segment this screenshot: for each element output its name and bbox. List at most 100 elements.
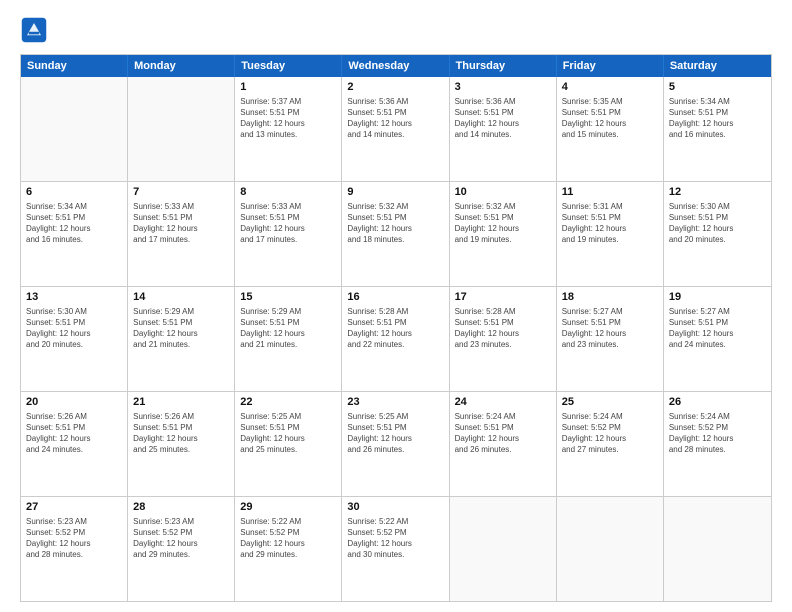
cal-cell: 20Sunrise: 5:26 AM Sunset: 5:51 PM Dayli… bbox=[21, 392, 128, 496]
day-number: 28 bbox=[133, 500, 229, 515]
cal-cell: 4Sunrise: 5:35 AM Sunset: 5:51 PM Daylig… bbox=[557, 77, 664, 181]
day-number: 26 bbox=[669, 395, 766, 410]
day-number: 25 bbox=[562, 395, 658, 410]
day-info: Sunrise: 5:37 AM Sunset: 5:51 PM Dayligh… bbox=[240, 96, 336, 141]
cal-header-friday: Friday bbox=[557, 55, 664, 77]
day-number: 11 bbox=[562, 185, 658, 200]
day-info: Sunrise: 5:27 AM Sunset: 5:51 PM Dayligh… bbox=[562, 306, 658, 351]
logo-icon bbox=[20, 16, 48, 44]
day-info: Sunrise: 5:28 AM Sunset: 5:51 PM Dayligh… bbox=[347, 306, 443, 351]
day-number: 27 bbox=[26, 500, 122, 515]
day-info: Sunrise: 5:25 AM Sunset: 5:51 PM Dayligh… bbox=[240, 411, 336, 456]
day-info: Sunrise: 5:35 AM Sunset: 5:51 PM Dayligh… bbox=[562, 96, 658, 141]
day-number: 10 bbox=[455, 185, 551, 200]
cal-cell bbox=[664, 497, 771, 601]
cal-cell: 26Sunrise: 5:24 AM Sunset: 5:52 PM Dayli… bbox=[664, 392, 771, 496]
cal-cell: 11Sunrise: 5:31 AM Sunset: 5:51 PM Dayli… bbox=[557, 182, 664, 286]
day-number: 24 bbox=[455, 395, 551, 410]
cal-cell: 7Sunrise: 5:33 AM Sunset: 5:51 PM Daylig… bbox=[128, 182, 235, 286]
day-number: 18 bbox=[562, 290, 658, 305]
calendar-header: SundayMondayTuesdayWednesdayThursdayFrid… bbox=[21, 55, 771, 77]
day-number: 7 bbox=[133, 185, 229, 200]
cal-cell: 18Sunrise: 5:27 AM Sunset: 5:51 PM Dayli… bbox=[557, 287, 664, 391]
page: SundayMondayTuesdayWednesdayThursdayFrid… bbox=[0, 0, 792, 612]
day-number: 22 bbox=[240, 395, 336, 410]
cal-cell: 6Sunrise: 5:34 AM Sunset: 5:51 PM Daylig… bbox=[21, 182, 128, 286]
day-info: Sunrise: 5:32 AM Sunset: 5:51 PM Dayligh… bbox=[347, 201, 443, 246]
day-info: Sunrise: 5:29 AM Sunset: 5:51 PM Dayligh… bbox=[240, 306, 336, 351]
cal-cell: 13Sunrise: 5:30 AM Sunset: 5:51 PM Dayli… bbox=[21, 287, 128, 391]
day-info: Sunrise: 5:31 AM Sunset: 5:51 PM Dayligh… bbox=[562, 201, 658, 246]
day-number: 9 bbox=[347, 185, 443, 200]
cal-header-thursday: Thursday bbox=[450, 55, 557, 77]
cal-header-sunday: Sunday bbox=[21, 55, 128, 77]
day-number: 20 bbox=[26, 395, 122, 410]
cal-cell: 28Sunrise: 5:23 AM Sunset: 5:52 PM Dayli… bbox=[128, 497, 235, 601]
cal-week-2: 6Sunrise: 5:34 AM Sunset: 5:51 PM Daylig… bbox=[21, 181, 771, 286]
cal-cell: 24Sunrise: 5:24 AM Sunset: 5:51 PM Dayli… bbox=[450, 392, 557, 496]
cal-cell: 29Sunrise: 5:22 AM Sunset: 5:52 PM Dayli… bbox=[235, 497, 342, 601]
day-number: 3 bbox=[455, 80, 551, 95]
day-info: Sunrise: 5:24 AM Sunset: 5:52 PM Dayligh… bbox=[562, 411, 658, 456]
day-info: Sunrise: 5:24 AM Sunset: 5:52 PM Dayligh… bbox=[669, 411, 766, 456]
cal-cell: 5Sunrise: 5:34 AM Sunset: 5:51 PM Daylig… bbox=[664, 77, 771, 181]
day-number: 1 bbox=[240, 80, 336, 95]
cal-week-1: 1Sunrise: 5:37 AM Sunset: 5:51 PM Daylig… bbox=[21, 77, 771, 181]
cal-cell: 22Sunrise: 5:25 AM Sunset: 5:51 PM Dayli… bbox=[235, 392, 342, 496]
day-info: Sunrise: 5:29 AM Sunset: 5:51 PM Dayligh… bbox=[133, 306, 229, 351]
day-number: 14 bbox=[133, 290, 229, 305]
day-number: 15 bbox=[240, 290, 336, 305]
cal-cell: 25Sunrise: 5:24 AM Sunset: 5:52 PM Dayli… bbox=[557, 392, 664, 496]
cal-cell: 2Sunrise: 5:36 AM Sunset: 5:51 PM Daylig… bbox=[342, 77, 449, 181]
day-number: 6 bbox=[26, 185, 122, 200]
cal-cell: 3Sunrise: 5:36 AM Sunset: 5:51 PM Daylig… bbox=[450, 77, 557, 181]
cal-header-monday: Monday bbox=[128, 55, 235, 77]
day-number: 17 bbox=[455, 290, 551, 305]
calendar: SundayMondayTuesdayWednesdayThursdayFrid… bbox=[20, 54, 772, 602]
cal-cell: 21Sunrise: 5:26 AM Sunset: 5:51 PM Dayli… bbox=[128, 392, 235, 496]
cal-cell: 10Sunrise: 5:32 AM Sunset: 5:51 PM Dayli… bbox=[450, 182, 557, 286]
day-number: 19 bbox=[669, 290, 766, 305]
day-info: Sunrise: 5:22 AM Sunset: 5:52 PM Dayligh… bbox=[347, 516, 443, 561]
cal-cell: 8Sunrise: 5:33 AM Sunset: 5:51 PM Daylig… bbox=[235, 182, 342, 286]
day-number: 4 bbox=[562, 80, 658, 95]
cal-header-saturday: Saturday bbox=[664, 55, 771, 77]
day-number: 2 bbox=[347, 80, 443, 95]
cal-cell: 23Sunrise: 5:25 AM Sunset: 5:51 PM Dayli… bbox=[342, 392, 449, 496]
day-info: Sunrise: 5:23 AM Sunset: 5:52 PM Dayligh… bbox=[133, 516, 229, 561]
cal-cell: 9Sunrise: 5:32 AM Sunset: 5:51 PM Daylig… bbox=[342, 182, 449, 286]
cal-cell: 27Sunrise: 5:23 AM Sunset: 5:52 PM Dayli… bbox=[21, 497, 128, 601]
day-info: Sunrise: 5:33 AM Sunset: 5:51 PM Dayligh… bbox=[240, 201, 336, 246]
cal-week-3: 13Sunrise: 5:30 AM Sunset: 5:51 PM Dayli… bbox=[21, 286, 771, 391]
cal-cell: 12Sunrise: 5:30 AM Sunset: 5:51 PM Dayli… bbox=[664, 182, 771, 286]
cal-cell bbox=[450, 497, 557, 601]
day-info: Sunrise: 5:36 AM Sunset: 5:51 PM Dayligh… bbox=[347, 96, 443, 141]
cal-cell: 1Sunrise: 5:37 AM Sunset: 5:51 PM Daylig… bbox=[235, 77, 342, 181]
day-info: Sunrise: 5:34 AM Sunset: 5:51 PM Dayligh… bbox=[26, 201, 122, 246]
day-info: Sunrise: 5:26 AM Sunset: 5:51 PM Dayligh… bbox=[26, 411, 122, 456]
cal-cell: 17Sunrise: 5:28 AM Sunset: 5:51 PM Dayli… bbox=[450, 287, 557, 391]
cal-header-tuesday: Tuesday bbox=[235, 55, 342, 77]
day-number: 23 bbox=[347, 395, 443, 410]
cal-week-4: 20Sunrise: 5:26 AM Sunset: 5:51 PM Dayli… bbox=[21, 391, 771, 496]
cal-week-5: 27 Sunrise: 5:23 AM Sunset: 5:52 PM Dayli… bbox=[21, 496, 771, 601]
cal-cell: 19Sunrise: 5:27 AM Sunset: 5:51 PM Dayli… bbox=[664, 287, 771, 391]
day-info: Sunrise: 5:24 AM Sunset: 5:51 PM Dayligh… bbox=[455, 411, 551, 456]
cal-cell bbox=[21, 77, 128, 181]
day-info: Sunrise: 5:26 AM Sunset: 5:51 PM Dayligh… bbox=[133, 411, 229, 456]
day-number: 21 bbox=[133, 395, 229, 410]
cal-cell: 14Sunrise: 5:29 AM Sunset: 5:51 PM Dayli… bbox=[128, 287, 235, 391]
day-number: 5 bbox=[669, 80, 766, 95]
cal-cell bbox=[128, 77, 235, 181]
day-info: Sunrise: 5:32 AM Sunset: 5:51 PM Dayligh… bbox=[455, 201, 551, 246]
header bbox=[20, 16, 772, 44]
day-number: 12 bbox=[669, 185, 766, 200]
day-number: 8 bbox=[240, 185, 336, 200]
day-number: 30 bbox=[347, 500, 443, 515]
cal-cell: 15Sunrise: 5:29 AM Sunset: 5:51 PM Dayli… bbox=[235, 287, 342, 391]
day-info: Sunrise: 5:30 AM Sunset: 5:51 PM Dayligh… bbox=[669, 201, 766, 246]
day-info: Sunrise: 5:36 AM Sunset: 5:51 PM Dayligh… bbox=[455, 96, 551, 141]
cal-cell: 16Sunrise: 5:28 AM Sunset: 5:51 PM Dayli… bbox=[342, 287, 449, 391]
day-info: Sunrise: 5:22 AM Sunset: 5:52 PM Dayligh… bbox=[240, 516, 336, 561]
day-info: Sunrise: 5:34 AM Sunset: 5:51 PM Dayligh… bbox=[669, 96, 766, 141]
